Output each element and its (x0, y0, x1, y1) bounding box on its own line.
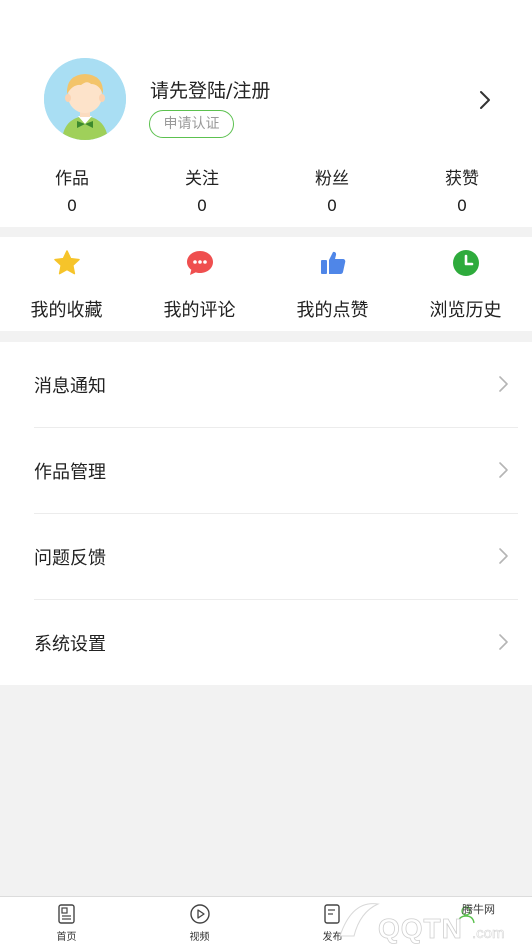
stats-row: 作品 0 关注 0 粉丝 0 获赞 0 (0, 160, 532, 220)
stat-value: 0 (66, 196, 78, 215)
quick-action-label: 我的收藏 (30, 300, 103, 321)
quick-action-label: 浏览历史 (429, 300, 502, 321)
chevron-right-icon (496, 460, 510, 480)
menu-item-notifications[interactable]: 消息通知 (0, 342, 532, 428)
video-play-icon (189, 903, 211, 925)
menu-item-system-settings[interactable]: 系统设置 (0, 600, 532, 686)
avatar[interactable] (44, 58, 126, 140)
tab-publish[interactable]: 发布 (266, 897, 399, 946)
settings-menu: 消息通知 作品管理 问题反馈 系统设置 (0, 342, 532, 685)
comment-icon (185, 248, 215, 278)
apply-certification-button[interactable]: 申请认证 (149, 110, 234, 138)
chevron-right-icon (496, 374, 510, 394)
menu-item-label: 作品管理 (34, 462, 106, 483)
login-register-link[interactable]: 请先登陆/注册 (150, 76, 270, 103)
thumbs-up-icon (318, 248, 348, 278)
stat-followers[interactable]: 粉丝 0 (267, 160, 397, 220)
stat-value: 0 (326, 196, 338, 215)
my-likes-button[interactable]: 我的点赞 (266, 237, 399, 331)
bottom-tab-bar: 首页 视频 发布 (0, 896, 532, 946)
my-comments-button[interactable]: 我的评论 (133, 237, 266, 331)
tab-label: 视频 (189, 932, 210, 943)
my-favorites-button[interactable]: 我的收藏 (0, 237, 133, 331)
stat-label: 获赞 (445, 169, 479, 189)
stat-following[interactable]: 关注 0 (137, 160, 267, 220)
chevron-right-icon (496, 632, 510, 652)
menu-item-label: 系统设置 (34, 634, 106, 655)
tab-label: 发布 (322, 932, 343, 943)
menu-item-feedback[interactable]: 问题反馈 (0, 514, 532, 600)
stat-works[interactable]: 作品 0 (7, 160, 137, 220)
menu-item-works-management[interactable]: 作品管理 (0, 428, 532, 514)
quick-action-label: 我的评论 (163, 300, 236, 321)
stat-value: 0 (196, 196, 208, 215)
home-page-icon (56, 903, 78, 925)
chevron-right-icon[interactable] (474, 88, 496, 112)
quick-actions: 我的收藏 我的评论 我的点赞 浏览历史 (0, 237, 532, 331)
tab-label: 首页 (56, 932, 77, 943)
chevron-right-icon (496, 546, 510, 566)
stat-likes[interactable]: 获赞 0 (397, 160, 527, 220)
browse-history-button[interactable]: 浏览历史 (399, 237, 532, 331)
stat-label: 作品 (55, 169, 89, 189)
star-icon (52, 248, 82, 278)
stat-value: 0 (456, 196, 468, 215)
profile-header: 请先登陆/注册 申请认证 作品 0 关注 0 粉丝 0 获赞 0 (0, 0, 532, 227)
avatar-icon (44, 58, 126, 140)
watermark-brand: 腾牛网 (462, 903, 495, 916)
stat-label: 粉丝 (315, 169, 349, 189)
menu-item-label: 问题反馈 (34, 548, 106, 569)
publish-icon (322, 903, 344, 925)
tab-home[interactable]: 首页 (0, 897, 133, 946)
clock-icon (451, 248, 481, 278)
stat-label: 关注 (185, 169, 219, 189)
tab-video[interactable]: 视频 (133, 897, 266, 946)
quick-action-label: 我的点赞 (296, 300, 369, 321)
menu-item-label: 消息通知 (34, 376, 106, 397)
